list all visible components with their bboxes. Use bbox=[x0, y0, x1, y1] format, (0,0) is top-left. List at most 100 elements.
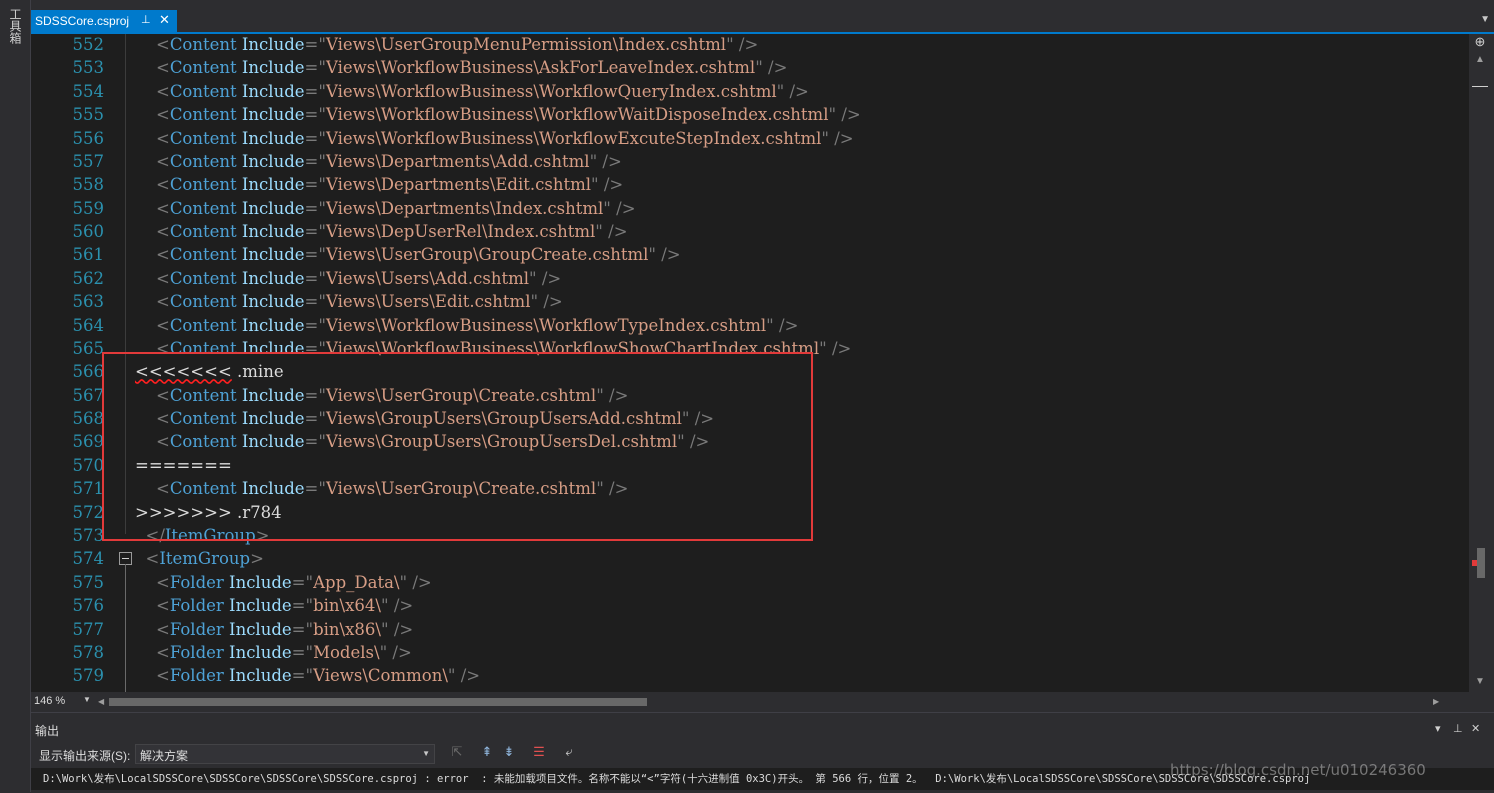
line-text[interactable]: <Folder Include="Models\" /> bbox=[135, 641, 412, 664]
output-source-label: 显示输出来源(S): bbox=[39, 749, 131, 763]
panel-menu-icon[interactable]: ▾ bbox=[1435, 722, 1441, 735]
split-window-icon[interactable]: ⊕ bbox=[1474, 35, 1486, 48]
code-token: =" bbox=[304, 245, 326, 265]
line-number: 564 bbox=[72, 315, 105, 335]
code-token: Include bbox=[241, 315, 305, 335]
code-token: Content bbox=[169, 151, 237, 171]
line-text[interactable]: <Folder Include="App_Data\" /> bbox=[135, 571, 432, 594]
code-token: =" bbox=[304, 315, 326, 335]
scroll-right-icon[interactable]: ▶ bbox=[1433, 697, 1439, 706]
code-token: =" bbox=[291, 666, 314, 686]
scroll-up-icon[interactable]: ▲ bbox=[1475, 54, 1485, 65]
line-number: 578 bbox=[72, 642, 105, 662]
line-number: 562 bbox=[72, 268, 105, 288]
code-token: Content bbox=[169, 105, 237, 125]
toolbox-strip[interactable]: 工具箱 bbox=[0, 0, 31, 792]
code-token: " /> bbox=[828, 105, 861, 125]
line-text[interactable]: <Content Include="Views\Departments\Edit… bbox=[135, 173, 623, 196]
line-number: 560 bbox=[72, 222, 105, 242]
line-text[interactable]: <Content Include="Views\WorkflowBusiness… bbox=[135, 314, 798, 337]
line-text[interactable]: <Folder Include="Views\Common\" /> bbox=[135, 664, 480, 687]
code-token: < bbox=[135, 268, 170, 288]
tab-title[interactable]: SDSSCore.csproj bbox=[35, 14, 129, 28]
error-marker bbox=[1472, 560, 1477, 566]
line-text[interactable]: <Content Include="Views\Departments\Add.… bbox=[135, 150, 622, 173]
line-number: 557 bbox=[72, 151, 105, 171]
watermark-text: https://blog.csdn.net/u010246360 bbox=[1170, 761, 1426, 779]
go-to-message-icon[interactable]: ⇱ bbox=[449, 744, 465, 760]
code-token: < bbox=[135, 292, 170, 312]
output-panel: 输出 ▾ ⊥ ✕ 显示输出来源(S): 解决方案 ▼ ⇱ ⇞ ⇟ ☰ ⤶ D:\… bbox=[31, 712, 1494, 793]
code-token: Include bbox=[241, 268, 305, 288]
clear-all-icon[interactable]: ☰ bbox=[531, 744, 547, 760]
code-token: " /> bbox=[589, 151, 622, 171]
code-token: Folder bbox=[169, 619, 224, 639]
line-number: 553 bbox=[72, 58, 105, 78]
line-text[interactable]: <Content Include="Views\DepUserRel\Index… bbox=[135, 220, 628, 243]
scroll-down-icon[interactable]: ▼ bbox=[1475, 676, 1485, 687]
code-token: =" bbox=[304, 105, 326, 125]
next-message-icon[interactable]: ⇟ bbox=[501, 744, 517, 760]
code-token: =" bbox=[304, 175, 326, 195]
code-token: Content bbox=[169, 222, 237, 242]
zoom-dropdown-icon[interactable]: ▼ bbox=[83, 695, 91, 704]
line-text[interactable]: <Content Include="Views\WorkflowBusiness… bbox=[135, 127, 854, 150]
scroll-left-icon[interactable]: ◀ bbox=[98, 697, 104, 706]
code-token: Include bbox=[229, 642, 292, 662]
line-text[interactable]: <Content Include="Views\WorkflowBusiness… bbox=[135, 56, 787, 79]
scrollbar-split-line[interactable] bbox=[1472, 86, 1488, 87]
scrollbar-thumb[interactable] bbox=[1477, 548, 1485, 578]
code-token: Include bbox=[229, 596, 292, 616]
line-number: 579 bbox=[72, 666, 105, 686]
code-token: Include bbox=[241, 175, 305, 195]
code-token: " /> bbox=[399, 572, 432, 592]
code-token: Views\Users\Edit.cshtml bbox=[325, 292, 531, 312]
line-text[interactable]: <Content Include="Views\Departments\Inde… bbox=[135, 197, 636, 220]
line-text[interactable]: <Content Include="Views\Users\Edit.cshtm… bbox=[135, 290, 563, 313]
code-token: Views\Departments\Index.cshtml bbox=[325, 198, 604, 218]
line-text[interactable]: <Content Include="Views\UserGroup\GroupC… bbox=[135, 243, 681, 266]
close-icon[interactable]: ✕ bbox=[159, 12, 170, 28]
pin-icon[interactable]: ⊥ bbox=[1453, 722, 1463, 735]
code-token: Content bbox=[169, 35, 237, 54]
previous-message-icon[interactable]: ⇞ bbox=[479, 744, 495, 760]
code-token: Include bbox=[229, 572, 292, 592]
chevron-down-icon[interactable]: ▼ bbox=[422, 749, 430, 758]
code-token: < bbox=[135, 58, 170, 78]
tab-sdsscore-csproj[interactable]: SDSSCore.csproj ⊥ ✕ bbox=[31, 10, 177, 32]
code-token: " /> bbox=[595, 222, 628, 242]
code-token: Include bbox=[241, 35, 305, 54]
code-token: Include bbox=[241, 151, 305, 171]
vertical-scrollbar[interactable]: ⊕ ▲ ▼ bbox=[1469, 34, 1494, 692]
merge-conflict-highlight bbox=[102, 352, 813, 541]
horizontal-scrollbar-thumb[interactable] bbox=[109, 698, 647, 706]
code-token: Include bbox=[241, 58, 305, 78]
tab-overflow-dropdown-icon[interactable]: ▼ bbox=[1480, 14, 1490, 25]
toolbox-label[interactable]: 工具箱 bbox=[8, 8, 22, 44]
close-icon[interactable]: ✕ bbox=[1471, 722, 1480, 735]
line-text[interactable]: <Content Include="Views\UserGroupMenuPer… bbox=[135, 34, 758, 56]
indicator-margin bbox=[31, 34, 55, 692]
code-token: < bbox=[135, 666, 170, 686]
code-token: Views\DepUserRel\Index.cshtml bbox=[325, 222, 596, 242]
output-source-select[interactable]: 解决方案 ▼ bbox=[135, 744, 435, 764]
code-token: " /> bbox=[380, 596, 414, 616]
line-text[interactable]: <ItemGroup> bbox=[135, 547, 263, 570]
code-token: Folder bbox=[169, 572, 224, 592]
code-token: Content bbox=[169, 315, 237, 335]
pin-icon[interactable]: ⊥ bbox=[141, 13, 151, 26]
code-token: Views\WorkflowBusiness\WorkflowExcuteSte… bbox=[325, 128, 822, 148]
code-token: " /> bbox=[821, 128, 854, 148]
zoom-level[interactable]: 146 % bbox=[34, 695, 65, 707]
line-text[interactable]: <Folder Include="bin\x86\" /> bbox=[135, 618, 413, 641]
code-token: Content bbox=[169, 268, 237, 288]
code-editor[interactable]: 552 <Content Include="Views\UserGroupMen… bbox=[31, 34, 1469, 692]
line-text[interactable]: <Content Include="Views\Users\Add.cshtml… bbox=[135, 267, 561, 290]
line-text[interactable]: <Content Include="Views\WorkflowBusiness… bbox=[135, 103, 861, 126]
code-token: Include bbox=[241, 245, 305, 265]
word-wrap-icon[interactable]: ⤶ bbox=[561, 744, 577, 760]
line-text[interactable]: <Content Include="Views\WorkflowBusiness… bbox=[135, 80, 809, 103]
code-token: =" bbox=[291, 596, 314, 616]
line-text[interactable]: <Folder Include="bin\x64\" /> bbox=[135, 594, 413, 617]
code-token: Content bbox=[169, 128, 237, 148]
